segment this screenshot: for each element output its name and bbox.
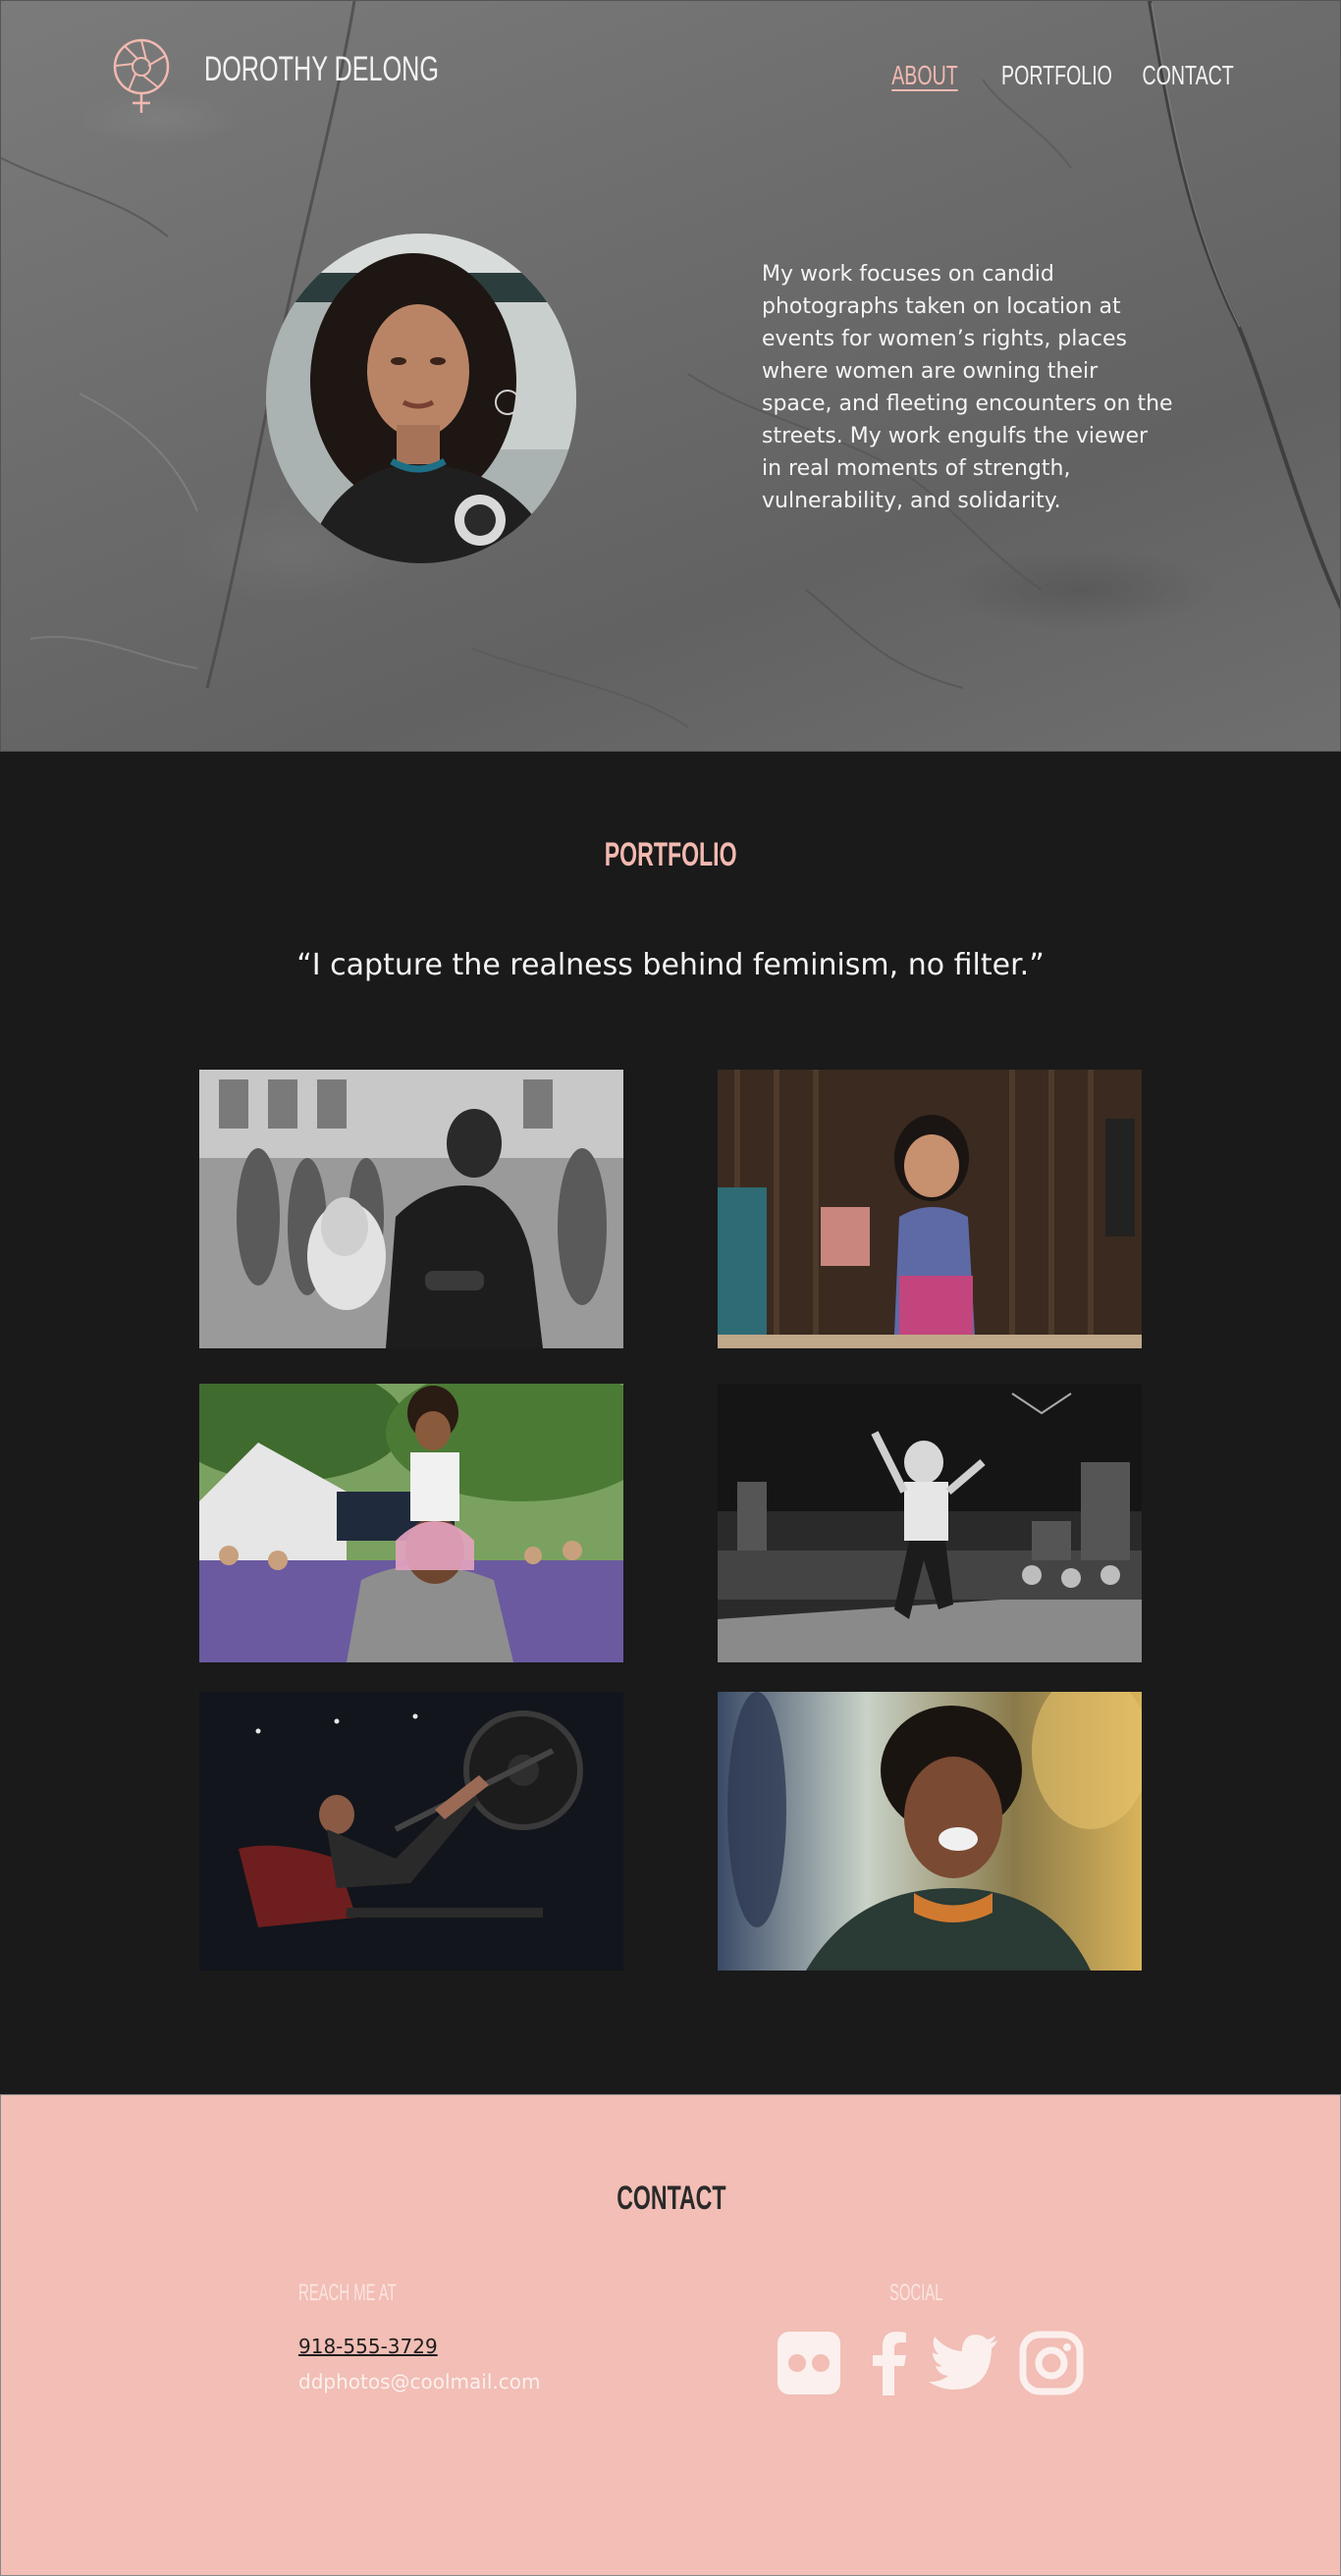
about-text: My work focuses on candid photographs ta… [762,262,1173,513]
portfolio-section: PORTFOLIO “I capture the realness behind… [0,752,1341,2094]
flickr-icon[interactable] [778,2331,840,2395]
photo-barber-street[interactable] [199,1070,623,1348]
portrait-photo [266,234,576,563]
photo-father-daughter[interactable] [199,1384,623,1662]
photo-woman-laughing[interactable] [718,1692,1142,1971]
aperture-venus-icon[interactable] [111,36,172,115]
photo-girl-smiling[interactable] [718,1070,1142,1348]
portfolio-quote: “I capture the realness behind feminism,… [296,948,1045,982]
brand-name[interactable]: DOROTHY DELONG [204,50,439,89]
photo-stage-dancer[interactable] [718,1384,1142,1662]
social-label: SOCIAL [889,2280,943,2306]
email-link[interactable]: ddphotos@coolmail.com [298,2370,540,2393]
portfolio-title: PORTFOLIO [604,836,737,873]
contact-title: CONTACT [617,2180,726,2217]
nav-portfolio-link[interactable]: PORTFOLIO [1001,60,1112,91]
facebook-icon[interactable] [871,2331,908,2395]
instagram-icon[interactable] [1019,2331,1084,2395]
reach-me-label: REACH ME AT [298,2280,397,2306]
phone-link[interactable]: 918-555-3729 [298,2335,438,2358]
main-nav: ABOUT PORTFOLIO CONTACT [841,60,1234,99]
photo-gym-legpress[interactable] [199,1692,623,1971]
hero-section: DOROTHY DELONG ABOUT PORTFOLIO CONTACT M… [0,0,1341,752]
contact-section: CONTACT REACH ME AT 918-555-3729 ddphoto… [0,2094,1341,2576]
twitter-icon[interactable] [929,2331,999,2395]
nav-about-link[interactable]: ABOUT [887,60,963,91]
nav-contact-link[interactable]: CONTACT [1143,60,1234,91]
